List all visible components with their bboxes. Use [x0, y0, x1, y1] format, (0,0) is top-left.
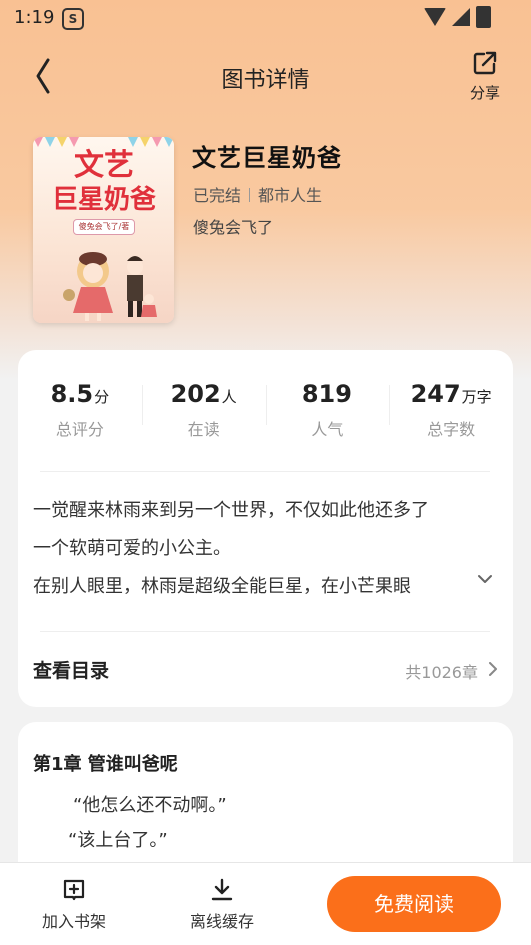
offline-cache-label: 离线缓存 — [189, 912, 254, 931]
chapter-text-line: “他怎么还不动啊。” — [73, 795, 227, 816]
book-category[interactable]: 都市人生 — [258, 186, 322, 205]
cover-title-line2: 巨星奶爸 — [51, 185, 156, 215]
offline-cache-button[interactable]: 离线缓存 — [177, 877, 267, 932]
cover-illustration — [63, 252, 157, 321]
stat-word-count: 247万字 总字数 — [389, 380, 513, 450]
stat-unit: 人 — [221, 388, 237, 406]
status-bar: 1:19 S — [0, 0, 531, 36]
book-title: 文艺巨星奶爸 — [192, 144, 342, 172]
wifi-icon — [424, 8, 446, 26]
share-icon — [473, 51, 497, 75]
bottom-action-bar: 加入书架 离线缓存 免费阅读 — [0, 862, 531, 945]
description-line: 在别人眼里，林雨是超级全能巨星，在小芒果眼 — [33, 576, 411, 597]
cover-title: 文艺 巨星奶爸 — [39, 149, 169, 217]
stat-unit: 分 — [94, 388, 110, 406]
stat-label: 总字数 — [427, 420, 476, 439]
stat-label: 总评分 — [55, 420, 104, 439]
meta-separator — [249, 188, 251, 202]
stats-row: 8.5分 总评分 202人 在读 819 人气 247万字 总字数 — [18, 380, 513, 450]
toc-label: 查看目录 — [33, 660, 110, 682]
stat-unit: 万字 — [461, 388, 492, 406]
download-icon — [211, 878, 233, 901]
book-info-card: 8.5分 总评分 202人 在读 819 人气 247万字 总字数 一觉醒来林雨… — [18, 350, 513, 707]
cover-title-line1: 文艺 — [74, 148, 134, 183]
book-status: 已完结 — [193, 186, 242, 205]
stat-value: 247 — [410, 380, 461, 408]
book-meta: 已完结 都市人生 — [193, 182, 322, 206]
add-to-shelf-label: 加入书架 — [41, 912, 106, 931]
battery-icon — [476, 6, 491, 28]
signal-icon — [452, 8, 470, 26]
description-line: 一个软萌可爱的小公主。 — [33, 538, 231, 559]
share-label: 分享 — [469, 84, 500, 102]
book-author[interactable]: 傻兔会飞了 — [193, 214, 273, 238]
stat-readers: 202人 在读 — [141, 380, 266, 450]
stat-value: 8.5 — [50, 380, 94, 408]
divider — [40, 631, 490, 632]
book-description[interactable]: 一觉醒来林雨来到另一个世界，不仅如此他还多了 一个软萌可爱的小公主。 在别人眼里… — [33, 492, 493, 606]
stat-popularity: 819 人气 — [265, 380, 390, 450]
chapter-preview-card[interactable]: 第1章 管谁叫爸呢 “他怎么还不动啊。” “该上台了。” — [18, 722, 513, 882]
book-cover[interactable]: 文艺 巨星奶爸 傻兔会飞了/著 — [33, 137, 174, 323]
bookshelf-add-icon — [63, 879, 85, 901]
cover-author-tag: 傻兔会飞了/著 — [73, 219, 135, 235]
chapter-title: 第1章 管谁叫爸呢 — [33, 754, 178, 775]
status-time: 1:19 — [14, 7, 55, 28]
chevron-right-icon — [489, 662, 497, 676]
stat-value: 202 — [170, 380, 221, 408]
description-line: 一觉醒来林雨来到另一个世界，不仅如此他还多了 — [33, 500, 429, 521]
stat-label: 在读 — [187, 420, 220, 439]
toc-chapter-count: 共1026章 — [405, 663, 478, 682]
stat-value: 819 — [301, 380, 352, 408]
share-button[interactable]: 分享 — [461, 50, 509, 103]
expand-icon[interactable] — [477, 571, 493, 587]
top-nav: 图书详情 分享 — [0, 48, 531, 108]
chapter-text-line: “该上台了。” — [68, 830, 168, 851]
stat-rating: 8.5分 总评分 — [18, 380, 142, 450]
add-to-shelf-button[interactable]: 加入书架 — [29, 877, 119, 932]
free-read-button[interactable]: 免费阅读 — [327, 876, 501, 932]
app-notification-icon: S — [62, 8, 84, 30]
status-icons — [424, 6, 491, 28]
divider — [40, 471, 490, 472]
page-title: 图书详情 — [221, 68, 310, 93]
stat-label: 人气 — [311, 420, 344, 439]
